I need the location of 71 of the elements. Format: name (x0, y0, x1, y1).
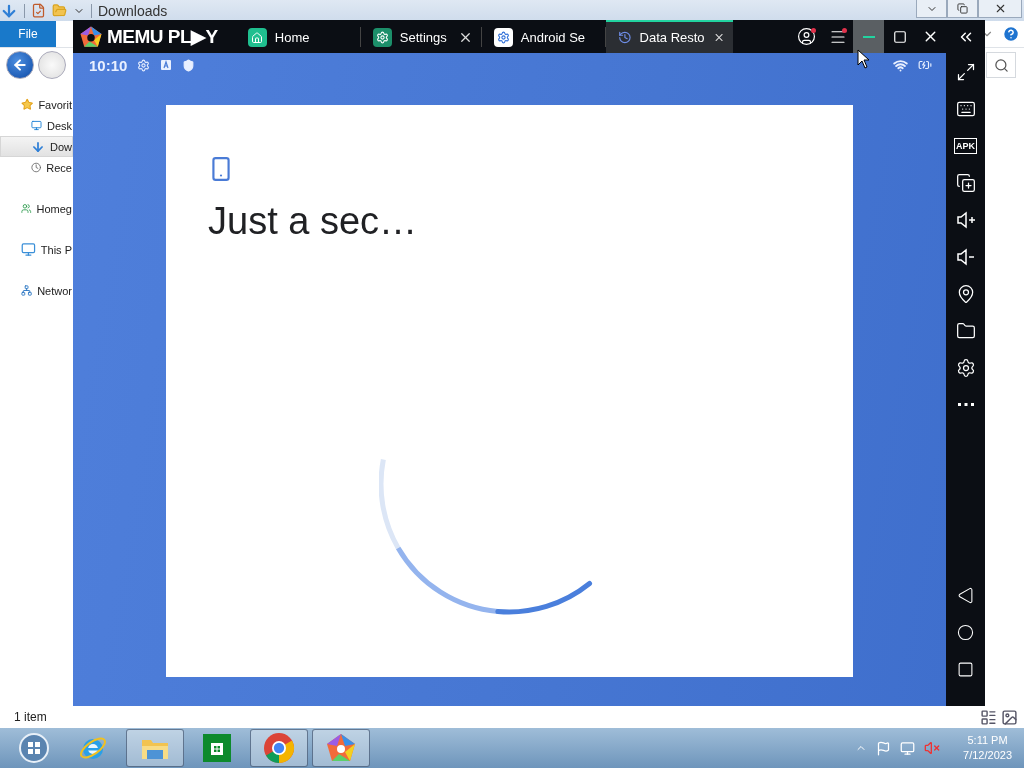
star-icon (21, 97, 34, 112)
window-title: Downloads (98, 2, 168, 19)
nav-item[interactable]: Rece (0, 157, 73, 178)
keyboard-icon (160, 59, 173, 71)
history-icon (617, 29, 632, 46)
cursor-icon (857, 49, 870, 69)
minus-icon (862, 35, 875, 38)
taskbar-app[interactable] (312, 729, 370, 767)
status-clock: 10:10 (89, 56, 128, 74)
help-icon (1002, 25, 1020, 43)
app-logo-text: MEMU PL▶Y (107, 25, 218, 48)
wifi-icon (893, 57, 908, 73)
thumbnail-view-icon (1001, 708, 1018, 726)
store-icon (202, 733, 232, 763)
search-icon (993, 57, 1009, 73)
clock-date: 7/12/2023 (963, 748, 1012, 763)
restore-icon (957, 3, 968, 14)
multi-window-icon (955, 172, 976, 193)
taskbar-app[interactable] (250, 729, 308, 767)
properties-icon (31, 3, 46, 18)
nav-item[interactable]: Favorit (0, 94, 73, 115)
apk-icon: APK (954, 137, 977, 154)
chrome-icon (263, 732, 295, 764)
emulator-logo-icon (325, 732, 357, 764)
settings-icon (372, 28, 392, 47)
network-icon (21, 283, 33, 298)
triangle-icon (957, 587, 974, 604)
network-icon (21, 201, 32, 216)
monitor-icon (21, 242, 36, 257)
nav-item[interactable]: This P (0, 239, 73, 260)
more-icon (957, 403, 974, 406)
emulator-logo-icon (79, 24, 103, 49)
settings-icon (493, 28, 513, 47)
emulator-tab[interactable]: Settings (360, 20, 481, 53)
details-view-icon (980, 708, 997, 726)
clock-icon (31, 160, 42, 175)
apk-button[interactable]: APK (946, 127, 985, 164)
search-button[interactable] (986, 52, 1016, 78)
volume-up-icon (955, 209, 976, 230)
shield-icon (182, 58, 196, 72)
emulator-tab[interactable]: Data Resto (605, 20, 733, 53)
battery-icon (918, 58, 932, 72)
back-button[interactable] (6, 51, 34, 79)
square-icon (957, 661, 974, 678)
nav-item[interactable]: Networ (0, 280, 73, 301)
circle-icon (957, 624, 974, 641)
square-icon (892, 29, 907, 44)
clock-time: 5:11 PM (967, 733, 1008, 748)
settings-icon (955, 357, 976, 378)
flag-icon (876, 740, 892, 756)
taskbar-app[interactable] (126, 729, 184, 767)
volume-muted-icon (924, 740, 941, 756)
volume-down-icon (955, 246, 976, 267)
nav-item[interactable]: Desk (0, 115, 73, 136)
emulator-tab[interactable]: Android Se (481, 20, 605, 53)
notification-dot (811, 28, 816, 33)
home-icon (247, 28, 267, 47)
nav-item[interactable]: Homeg (0, 198, 73, 219)
monitor-icon (31, 118, 42, 133)
fullscreen-icon (955, 61, 976, 82)
ribbon-tab[interactable]: File (0, 21, 56, 47)
dialog-title: Just a sec… (208, 200, 419, 243)
folder-icon (955, 320, 976, 341)
nav-item[interactable]: Dow (0, 136, 73, 157)
status-text: 1 item (14, 710, 47, 724)
notification-dot (842, 28, 847, 33)
emulator-tab[interactable]: Home (235, 20, 360, 53)
settings-icon (137, 58, 151, 72)
folder-icon (52, 3, 67, 18)
network-icon (900, 740, 916, 756)
user-icon (797, 27, 816, 46)
